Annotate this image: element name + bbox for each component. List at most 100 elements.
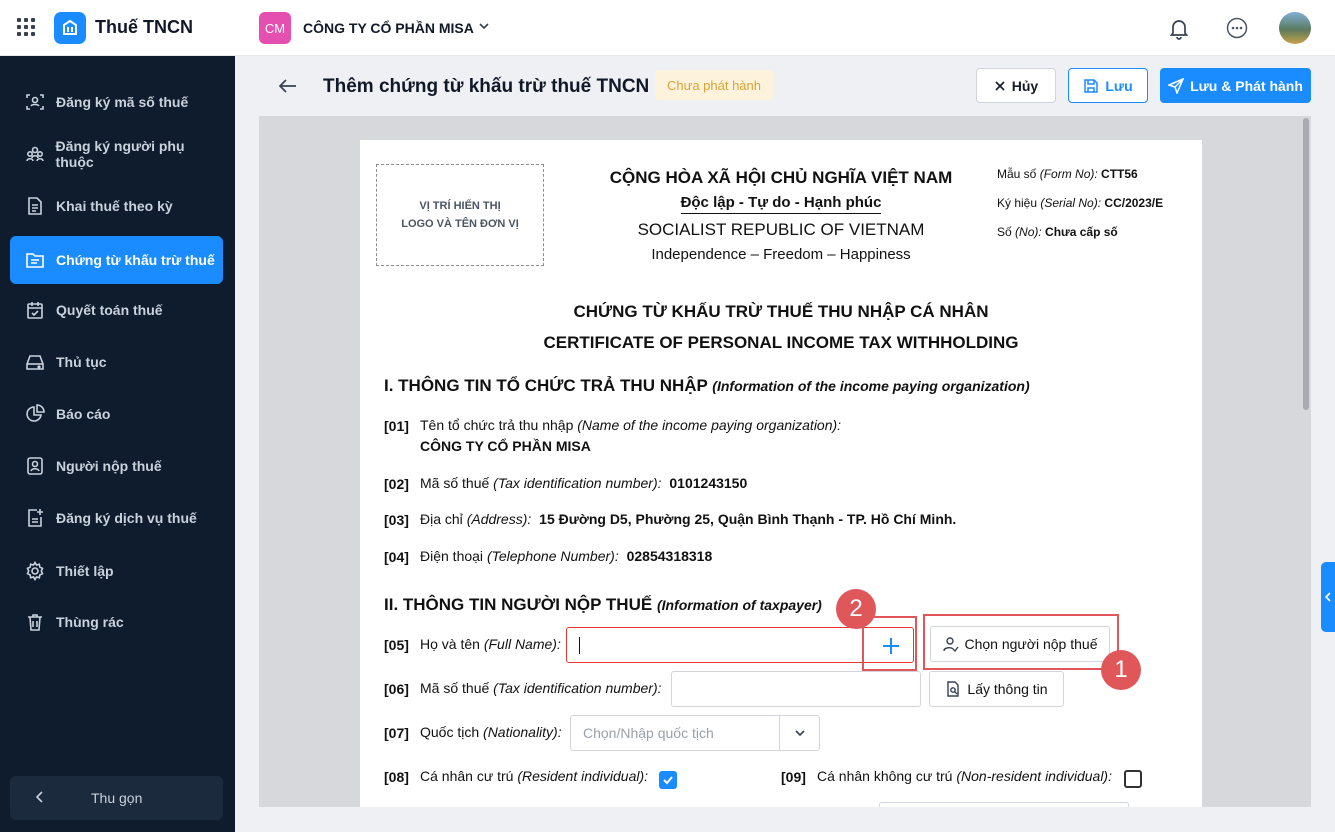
doc-search-icon — [947, 681, 960, 697]
field-04-number: [04] — [384, 549, 409, 565]
certificate-title-en: CERTIFICATE OF PERSONAL INCOME TAX WITHH… — [543, 333, 1019, 352]
field-05-label: Họ và tên (Full Name): — [420, 636, 561, 652]
app-grid-icon[interactable] — [17, 18, 35, 36]
sidebar-item-settings[interactable]: Thiết lập — [10, 547, 223, 595]
field-06-label: Mã số thuế (Tax identification number): — [420, 680, 662, 696]
collapse-sidebar-button[interactable]: Thu gọn — [10, 776, 223, 820]
chevron-left-icon — [32, 789, 48, 808]
sidebar-item-label: Thùng rác — [56, 614, 124, 630]
national-motto: Độc lập - Tự do - Hạnh phúc — [575, 194, 987, 214]
sidebar-item-label: Quyết toán thuế — [56, 302, 163, 318]
cancel-button[interactable]: Hủy — [976, 68, 1056, 103]
national-title: CỘNG HÒA XÃ HỘI CHỦ NGHĨA VIỆT NAM — [609, 168, 953, 187]
status-badge: Chưa phát hành — [655, 70, 773, 100]
tax-id-input[interactable] — [671, 671, 921, 707]
sidebar-item-procedures[interactable]: Thủ tục — [10, 338, 223, 386]
save-publish-button[interactable]: Lưu & Phát hành — [1160, 68, 1311, 103]
annotation-step-2: 2 — [836, 589, 876, 629]
annotation-box-add — [862, 616, 917, 671]
page-title: Thêm chứng từ khấu trừ thuế TNCN — [323, 76, 650, 97]
save-button[interactable]: Lưu — [1068, 68, 1148, 103]
document-icon — [24, 195, 46, 217]
field-03-value: 15 Đường D5, Phường 25, Quận Bình Thạnh … — [539, 511, 957, 527]
field-03-number: [03] — [384, 512, 409, 528]
sidebar-item-label: Đăng ký người phụ thuộc — [55, 138, 185, 170]
app-logo-icon — [54, 12, 86, 44]
field-01-label: Tên tổ chức trả thu nhập (Name of the in… — [420, 417, 842, 433]
sidebar-item-register-tax-code[interactable]: Đăng ký mã số thuế — [10, 78, 223, 126]
collapse-label: Thu gọn — [91, 790, 143, 806]
field-09-label: Cá nhân không cư trú (Non-resident indiv… — [817, 768, 1112, 784]
users-group-icon — [24, 143, 46, 165]
chevron-down-icon[interactable] — [476, 18, 492, 34]
sidebar-item-withholding-certificate[interactable]: Chứng từ khấu trừ thuế — [10, 236, 223, 284]
check-icon — [663, 776, 673, 785]
logo-placeholder-line1: VỊ TRÍ HIỂN THỊ — [419, 200, 501, 212]
serial-number: Ký hiệu (Serial No): CC/2023/E — [997, 196, 1164, 210]
resident-checkbox[interactable] — [659, 771, 677, 789]
field-04-value: 02854318318 — [626, 548, 713, 564]
field-02-number: [02] — [384, 476, 409, 492]
save-publish-label: Lưu & Phát hành — [1190, 77, 1303, 94]
calendar-check-icon — [24, 299, 46, 321]
field-08-label: Cá nhân cư trú (Resident individual): — [420, 768, 649, 784]
field-03-label: Địa chỉ (Address): 15 Đường D5, Phường 2… — [420, 511, 957, 527]
national-motto-en: Independence – Freedom – Happiness — [651, 246, 911, 263]
sidebar-item-label: Khai thuế theo kỳ — [56, 198, 173, 214]
field-07-label: Quốc tịch (Nationality): — [420, 724, 562, 740]
annotation-box-select — [923, 614, 1119, 670]
sidebar-item-dependents[interactable]: Đăng ký người phụ thuộc — [10, 130, 223, 178]
back-arrow-icon[interactable] — [277, 75, 299, 97]
more-icon[interactable] — [1225, 16, 1249, 40]
doc-plus-icon — [24, 507, 46, 529]
send-icon — [1168, 77, 1185, 94]
annotation-step-1: 1 — [1101, 650, 1141, 690]
side-panel-toggle[interactable] — [1321, 562, 1335, 632]
field-01-value: CÔNG TY CỔ PHẦN MISA — [420, 438, 591, 454]
org-name[interactable]: CÔNG TY CỔ PHẦN MISA — [303, 20, 474, 36]
sidebar-item-label: Người nộp thuế — [56, 458, 162, 474]
fetch-info-label: Lấy thông tin — [967, 681, 1048, 697]
extra-field-input[interactable] — [879, 802, 1129, 807]
chevron-down-icon[interactable] — [779, 716, 819, 750]
logo-placeholder-line2: LOGO VÀ TÊN ĐƠN VỊ — [401, 218, 519, 230]
form-number: Mẫu số (Form No): CTT56 — [997, 167, 1138, 181]
field-02-value: 0101243150 — [669, 475, 748, 491]
section-1-heading: I. THÔNG TIN TỔ CHỨC TRẢ THU NHẬP (Infor… — [384, 376, 1030, 395]
certificate-paper: VỊ TRÍ HIỂN THỊ LOGO VÀ TÊN ĐƠN VỊ CỘNG … — [360, 140, 1202, 807]
field-08-number: [08] — [384, 769, 409, 785]
nationality-select[interactable]: Chọn/Nhập quốc tịch — [570, 715, 820, 751]
national-motto-text: Độc lập - Tự do - Hạnh phúc — [680, 194, 882, 214]
document-viewer: VỊ TRÍ HIỂN THỊ LOGO VÀ TÊN ĐƠN VỊ CỘNG … — [259, 116, 1311, 807]
logo-placeholder: VỊ TRÍ HIỂN THỊ LOGO VÀ TÊN ĐƠN VỊ — [376, 164, 544, 266]
field-04-label: Điện thoại (Telephone Number): 028543183… — [420, 548, 713, 564]
sidebar-item-tax-finalization[interactable]: Quyết toán thuế — [10, 286, 223, 334]
sidebar-item-reports[interactable]: Báo cáo — [10, 390, 223, 438]
user-card-icon — [24, 455, 46, 477]
pie-chart-icon — [24, 403, 46, 425]
field-07-number: [07] — [384, 725, 409, 741]
sidebar-item-label: Đăng ký mã số thuế — [56, 94, 189, 110]
sidebar-item-trash[interactable]: Thùng rác — [10, 598, 223, 646]
sidebar-item-tax-services[interactable]: Đăng ký dịch vụ thuế — [10, 494, 223, 542]
sidebar-item-taxpayers[interactable]: Người nộp thuế — [10, 442, 223, 490]
sidebar-item-periodic-declaration[interactable]: Khai thuế theo kỳ — [10, 182, 223, 230]
fetch-info-button[interactable]: Lấy thông tin — [929, 671, 1064, 707]
section-2-heading: II. THÔNG TIN NGƯỜI NỘP THUẾ (Informatio… — [384, 595, 822, 614]
sidebar-item-label: Chứng từ khấu trừ thuế — [56, 252, 215, 268]
top-bar: Thuế TNCN CM CÔNG TY CỔ PHẦN MISA — [0, 0, 1335, 56]
non-resident-checkbox[interactable] — [1124, 770, 1142, 788]
app-name: Thuế TNCN — [95, 17, 193, 37]
field-09-number: [09] — [781, 769, 806, 785]
org-avatar[interactable]: CM — [259, 12, 291, 44]
bell-icon[interactable] — [1166, 15, 1192, 41]
nationality-placeholder: Chọn/Nhập quốc tịch — [583, 725, 714, 741]
trash-icon — [24, 611, 46, 633]
user-avatar[interactable] — [1279, 12, 1311, 44]
save-label: Lưu — [1105, 77, 1133, 94]
text-caret — [579, 637, 580, 654]
folder-doc-icon — [24, 249, 46, 271]
vertical-scrollbar[interactable] — [1303, 118, 1309, 410]
sidebar: Đăng ký mã số thuế Đăng ký người phụ thu… — [0, 56, 235, 832]
chevron-left-icon — [1324, 592, 1331, 602]
